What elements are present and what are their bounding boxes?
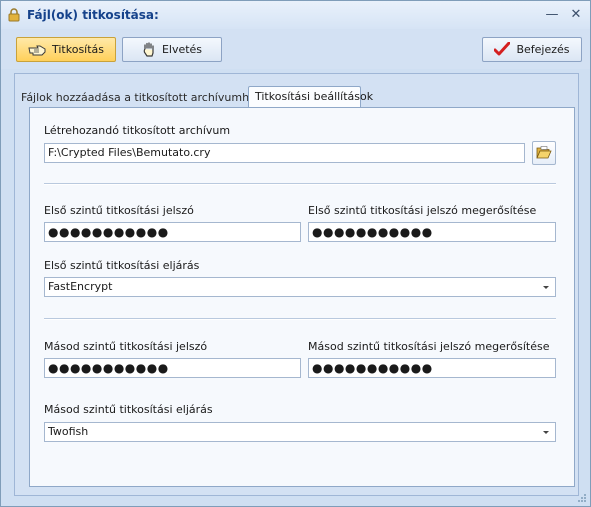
level2-method-select[interactable]: Twofish [44,422,556,442]
encrypt-label: Titkosítás [51,43,105,56]
level2-method-label: Másod szintű titkosítási eljárás [44,403,213,416]
level2-method-value: Twofish [48,425,89,438]
minimize-button[interactable]: — [543,6,561,24]
title-bar: Fájl(ok) titkosítása: — ✕ [1,1,590,29]
level2-confirm-field[interactable]: ●●●●●●●●●●● [308,358,556,378]
checkmark-icon [494,41,511,55]
archive-path-input[interactable]: F:\Crypted Files\Bemutato.cry [44,143,525,163]
finish-button[interactable]: Befejezés [482,37,582,62]
browse-button[interactable] [532,141,556,165]
level1-confirm-label: Első szintű titkosítási jelszó megerősít… [308,204,537,217]
encrypt-window: Fájl(ok) titkosítása: — ✕ Titkosítás Elv… [0,0,591,507]
level1-method-label: Első szintű titkosítási eljárás [44,259,200,272]
level2-confirm-label: Másod szintű titkosítási jelszó megerősí… [308,340,550,353]
level1-confirm-field[interactable]: ●●●●●●●●●●● [308,222,556,242]
lock-icon [8,8,20,22]
resize-grip-icon[interactable] [577,493,587,503]
level1-method-value: FastEncrypt [48,280,113,293]
section-divider [44,318,556,320]
hand-stop-icon [143,41,154,57]
tab-encryption-settings[interactable]: Titkosítási beállítások [248,86,373,108]
hand-pointer-icon [28,45,46,55]
level2-password-field[interactable]: ●●●●●●●●●●● [44,358,301,378]
level1-password-label: Első szintű titkosítási jelszó [44,204,194,217]
level2-password-label: Másod szintű titkosítási jelszó [44,340,208,353]
discard-label: Elvetés [161,43,203,56]
toolbar: Titkosítás Elvetés Befejezés [1,29,590,69]
archive-label: Létrehozandó titkosított archívum [44,124,231,137]
level1-password-field[interactable]: ●●●●●●●●●●● [44,222,301,242]
close-button[interactable]: ✕ [567,6,585,24]
section-divider [44,183,556,185]
discard-button[interactable]: Elvetés [122,37,222,62]
level1-method-select[interactable]: FastEncrypt [44,277,556,297]
window-title: Fájl(ok) titkosítása: [27,8,159,22]
open-folder-icon [536,146,552,159]
encrypt-button[interactable]: Titkosítás [16,37,116,62]
finish-label: Befejezés [516,43,570,56]
